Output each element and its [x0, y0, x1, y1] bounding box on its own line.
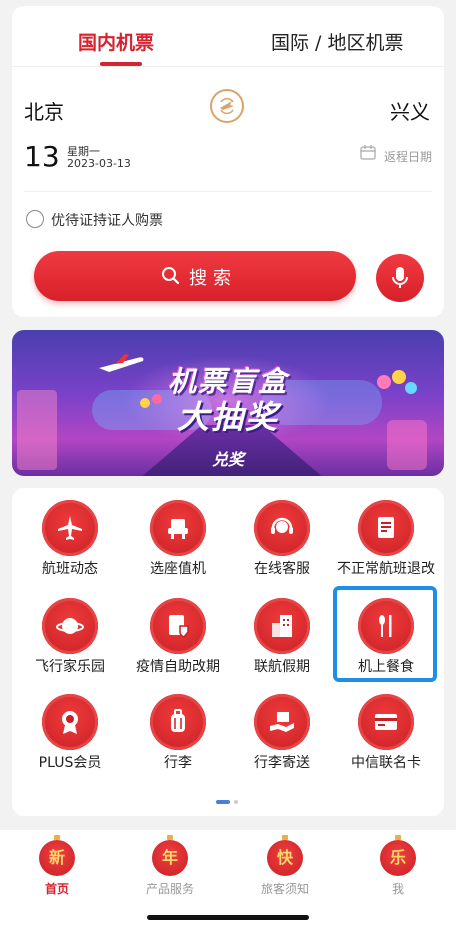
service-holiday[interactable]: 联航假期: [228, 586, 336, 676]
service-luggage[interactable]: 行李: [124, 682, 232, 772]
lantern-icon: 快: [267, 835, 303, 876]
banner-redeem-label: 兑奖: [211, 450, 244, 469]
home-indicator[interactable]: [147, 915, 309, 920]
swap-cities-button[interactable]: [210, 89, 244, 123]
tab-domestic[interactable]: 国内机票: [78, 28, 154, 55]
priority-label[interactable]: 优待证持证人购票: [51, 210, 163, 230]
tab-divider: [12, 66, 444, 67]
medal-icon: [62, 711, 78, 734]
document-icon: [378, 517, 394, 538]
lantern-icon: 乐: [380, 835, 416, 876]
departure-city[interactable]: 北京: [24, 96, 64, 125]
swap-plane-icon: [220, 97, 234, 115]
pager-dot[interactable]: [234, 800, 238, 804]
service-irregular-refund[interactable]: 不正常航班退改: [332, 488, 440, 578]
headset-icon: [271, 517, 293, 534]
airplane-icon: [58, 516, 82, 540]
luggage-icon: [171, 709, 185, 732]
arrival-city[interactable]: 兴义: [390, 96, 430, 125]
bottom-tab-bar: 新 首页 年 产品服务 快 旅客须知 乐 我: [0, 830, 456, 925]
calendar-icon: [360, 145, 376, 160]
search-icon: [162, 267, 180, 285]
building-icon: [272, 615, 292, 637]
promo-banner[interactable]: 机票盲盒 大抽奖 兑奖: [12, 330, 444, 476]
service-cobrand-card[interactable]: 中信联名卡: [332, 682, 440, 772]
service-flight-status[interactable]: 航班动态: [16, 488, 124, 578]
search-button[interactable]: 搜索: [34, 251, 356, 301]
highlight-annotation: [333, 586, 437, 682]
lantern-icon: 新: [39, 835, 75, 876]
service-epidemic-rebook[interactable]: 疫情自助改期: [124, 586, 232, 676]
departure-date: 2023-03-13: [67, 157, 131, 170]
voice-search-button[interactable]: [376, 254, 424, 302]
divider: [24, 191, 432, 192]
seat-icon: [168, 519, 188, 539]
shield-doc-icon: [169, 615, 189, 638]
tab-international[interactable]: 国际 / 地区机票: [271, 28, 403, 55]
booking-card: 国内机票 国际 / 地区机票 北京 兴义 13 星期一 2023-03-13 返…: [12, 6, 444, 317]
departure-day[interactable]: 13: [24, 140, 60, 173]
return-date-button[interactable]: 返程日期: [384, 148, 432, 165]
service-online-support[interactable]: 在线客服: [228, 488, 336, 578]
service-flyer-park[interactable]: 飞行家乐园: [16, 586, 124, 676]
banner-subtitle: 大抽奖: [176, 398, 279, 436]
card-icon: [375, 714, 397, 730]
service-plus-member[interactable]: PLUS会员: [16, 682, 124, 772]
delivery-icon: [270, 712, 294, 732]
planet-icon: [56, 618, 84, 634]
lantern-icon: 年: [152, 835, 188, 876]
pager-dot-active[interactable]: [216, 800, 230, 804]
service-luggage-delivery[interactable]: 行李寄送: [228, 682, 336, 772]
microphone-icon: [392, 267, 408, 288]
service-seat-checkin[interactable]: 选座值机: [124, 488, 232, 578]
search-label: 搜索: [189, 268, 237, 289]
priority-radio[interactable]: [26, 210, 44, 228]
